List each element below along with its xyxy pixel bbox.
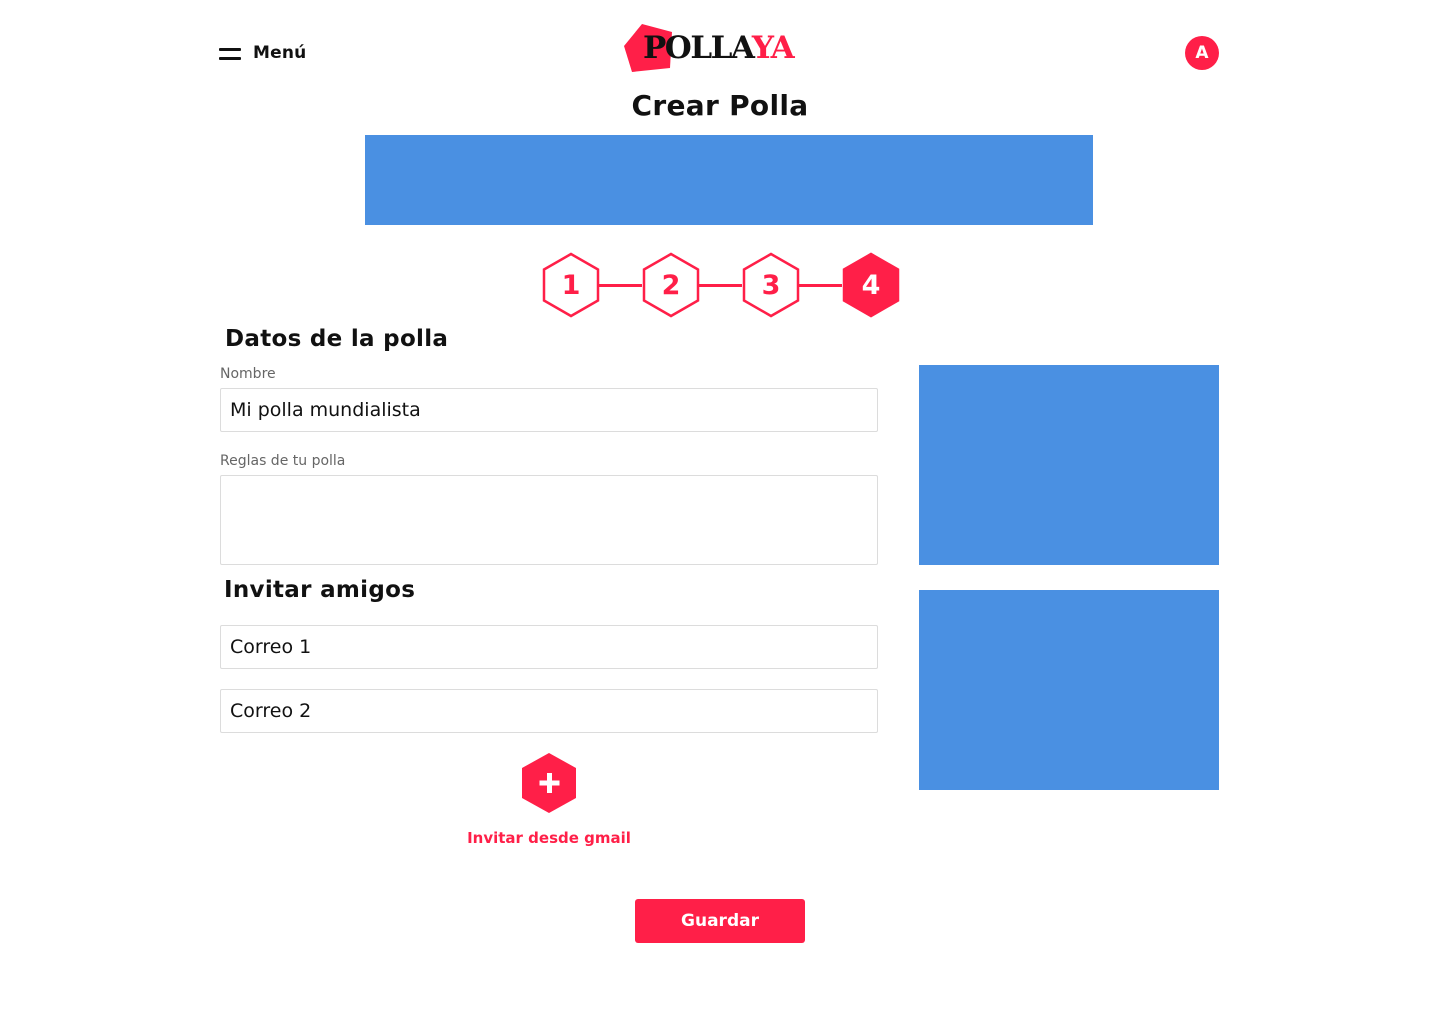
stepper: 1 2 3 4 (540, 252, 902, 318)
email-2-input[interactable]: Correo 2 (220, 689, 878, 733)
user-avatar[interactable]: A (1185, 36, 1219, 70)
section-title-invite: Invitar amigos (224, 577, 416, 603)
logo-text: POLLAYA (643, 30, 795, 66)
step-number: 1 (561, 269, 581, 301)
step-number: 3 (761, 269, 781, 301)
add-email-button[interactable] (521, 752, 577, 814)
save-button[interactable]: Guardar (635, 899, 805, 943)
rules-label: Reglas de tu polla (220, 453, 346, 469)
section-title-details: Datos de la polla (225, 326, 449, 352)
email-1-input[interactable]: Correo 1 (220, 625, 878, 669)
name-label: Nombre (220, 366, 276, 382)
invite-gmail-link[interactable]: Invitar desde gmail (440, 829, 658, 847)
logo[interactable]: POLLAYA (620, 22, 804, 74)
menu-button[interactable]: Menú (219, 40, 306, 66)
name-input[interactable]: Mi polla mundialista (220, 388, 878, 432)
step-number: 2 (661, 269, 681, 301)
rules-textarea[interactable] (220, 475, 878, 565)
step-2[interactable]: 2 (641, 252, 701, 318)
page-title: Crear Polla (631, 89, 809, 122)
side-ad-2 (919, 590, 1219, 790)
hamburger-icon (219, 46, 241, 60)
step-connector (798, 284, 842, 287)
menu-label: Menú (253, 43, 307, 63)
step-4-active[interactable]: 4 (841, 252, 901, 318)
step-3[interactable]: 3 (741, 252, 801, 318)
side-ad-1 (919, 365, 1219, 565)
banner-ad-top (365, 135, 1093, 225)
step-connector (698, 284, 742, 287)
step-connector (598, 284, 642, 287)
plus-icon (522, 753, 576, 813)
step-1[interactable]: 1 (541, 252, 601, 318)
step-number: 4 (861, 269, 881, 301)
